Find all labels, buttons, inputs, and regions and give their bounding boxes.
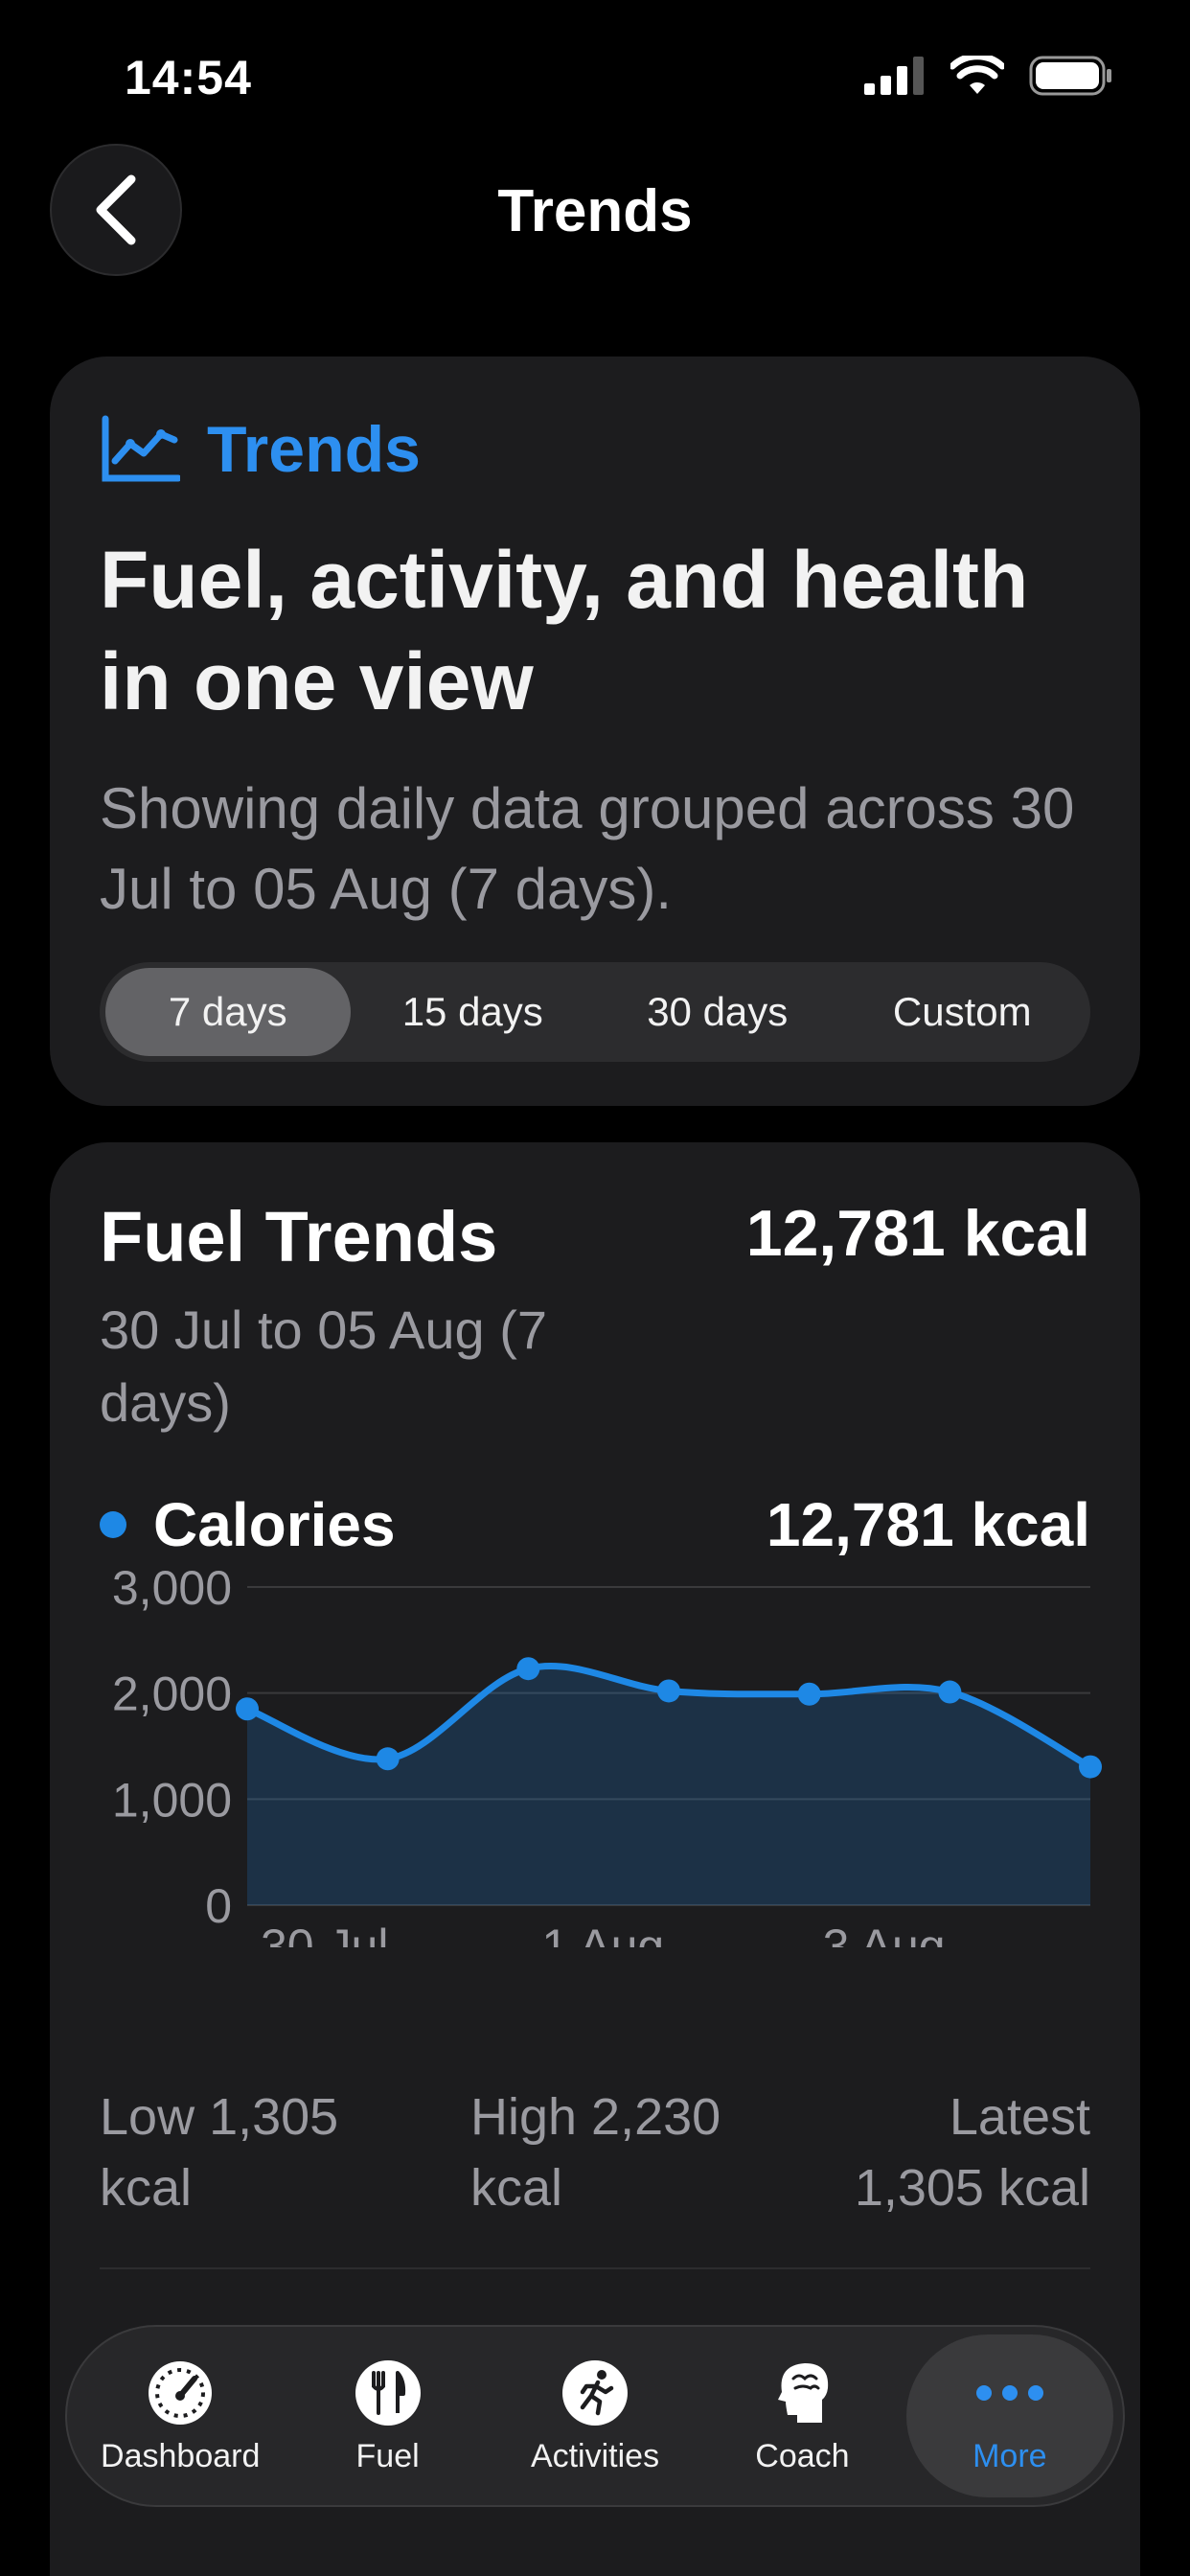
calories-point (376, 1747, 400, 1771)
calories-chart[interactable]: 3,000 2,000 1,000 0 30 Jul 1 Aug 3 Aug (50, 1564, 1140, 1947)
status-bar: 14:54 (0, 0, 1190, 153)
tab-dashboard-label: Dashboard (101, 2437, 261, 2474)
intro-subtext: Showing daily data grouped across 30 Jul… (100, 776, 1075, 921)
ellipsis-icon (975, 2384, 1043, 2401)
battery-icon (1029, 56, 1111, 96)
gauge-icon (149, 2360, 213, 2425)
stat-low: Low 1,305 kcal (100, 2088, 339, 2217)
calories-point (797, 1682, 821, 1706)
cellular-signal-icon (864, 57, 924, 95)
line-chart-icon (102, 415, 180, 482)
calorie-stats: Low 1,305 kcal High 2,230 kcal Latest 1,… (100, 2082, 1090, 2223)
range-7-days[interactable]: 7 days (105, 968, 351, 1056)
range-selector: 7 days 15 days 30 days Custom (100, 962, 1090, 1062)
tab-more[interactable]: More (905, 2334, 1114, 2497)
wifi-icon (950, 56, 1004, 94)
y-tick-label: 2,000 (112, 1668, 232, 1721)
series-name: Calories (153, 1490, 396, 1559)
trends-intro-card: Trends Fuel, activity, and health in one… (50, 356, 1140, 1106)
x-tick-label: 30 Jul (261, 1920, 388, 1947)
trends-tag: Trends (100, 412, 421, 487)
intro-headline: Fuel, activity, and health in one view (100, 535, 1029, 726)
page-title: Trends (497, 178, 693, 244)
tab-activities-label: Activities (530, 2437, 660, 2474)
y-tick-label: 3,000 (112, 1564, 232, 1615)
fuel-trends-total: 12,781 kcal (745, 1197, 1090, 1270)
tab-more-label: More (973, 2437, 1047, 2474)
calories-legend-dot (100, 1511, 126, 1538)
series-total: 12,781 kcal (766, 1490, 1090, 1559)
calories-point (657, 1679, 680, 1703)
fork-knife-icon (355, 2359, 421, 2426)
tab-activities[interactable]: Activities (492, 2334, 698, 2497)
calories-point (1079, 1755, 1102, 1779)
tab-dashboard[interactable]: Dashboard (77, 2334, 284, 2497)
range-custom[interactable]: Custom (840, 968, 1086, 1056)
stat-high: High 2,230 kcal (470, 2088, 721, 2217)
status-icons (864, 56, 1113, 96)
tab-coach[interactable]: Coach (698, 2334, 905, 2497)
tab-fuel-label: Fuel (355, 2437, 420, 2474)
card-divider (100, 2267, 1090, 2269)
calories-point (236, 1697, 259, 1721)
y-tick-label: 1,000 (112, 1773, 232, 1827)
fuel-trends-range: 30 Jul to 05 Aug (7 days) (100, 1300, 548, 1433)
x-tick-label: 1 Aug (541, 1920, 664, 1947)
calories-point (516, 1657, 540, 1681)
brain-head-icon (778, 2362, 829, 2423)
calories-series-header: Calories 12,781 kcal (100, 1489, 1090, 1560)
tab-fuel[interactable]: Fuel (284, 2334, 491, 2497)
tab-bar: Dashboard Fuel Activities Coach More (65, 2325, 1125, 2507)
trends-tag-label: Trends (207, 413, 421, 486)
fuel-trends-title: Fuel Trends (100, 1197, 498, 1276)
calories-point (938, 1680, 962, 1704)
stat-latest: Latest 1,305 kcal (854, 2088, 1090, 2217)
range-15-days[interactable]: 15 days (351, 968, 596, 1056)
runner-icon (562, 2359, 629, 2426)
range-30-days[interactable]: 30 days (595, 968, 840, 1056)
x-tick-label: 3 Aug (823, 1920, 946, 1947)
tab-coach-label: Coach (755, 2437, 850, 2474)
status-time: 14:54 (125, 51, 252, 104)
y-tick-label: 0 (205, 1879, 232, 1933)
